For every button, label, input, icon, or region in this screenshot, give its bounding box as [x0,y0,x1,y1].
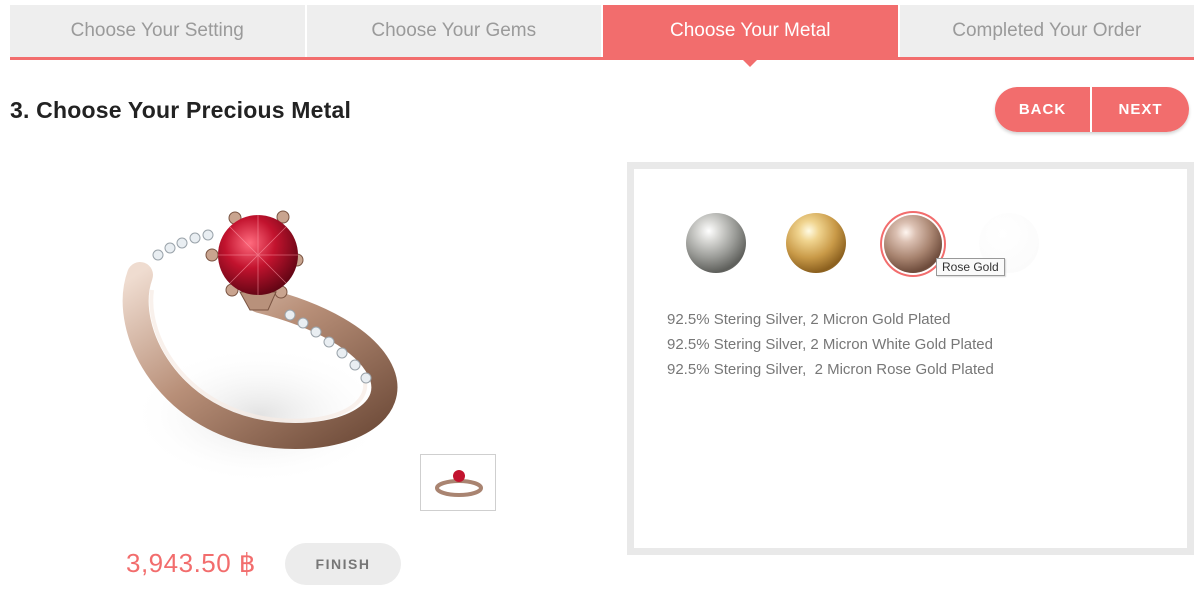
ring-image [122,210,398,485]
finish-button[interactable]: FINISH [285,543,401,585]
nav-button-group: BACK NEXT [995,87,1189,132]
metal-description: 92.5% Stering Silver, 2 Micron Rose Gold… [667,361,994,378]
rose-gold-swatch[interactable] [884,215,942,273]
ring-thumbnail-image [435,470,483,497]
tab-choose-gems[interactable]: Choose Your Gems [306,5,603,57]
ring-thumbnail[interactable] [420,454,496,511]
metal-tooltip: Rose Gold [936,258,1005,276]
metal-description: 92.5% Stering Silver, 2 Micron White Gol… [667,336,993,353]
tab-completed-order[interactable]: Completed Your Order [899,5,1194,57]
back-button[interactable]: BACK [995,87,1092,132]
tab-choose-metal[interactable]: Choose Your Metal [603,5,900,67]
page-title: 3. Choose Your Precious Metal [10,97,352,123]
metal-description-list: 92.5% Stering Silver, 2 Micron Gold Plat… [667,307,994,382]
gold-swatch[interactable] [786,213,846,273]
tab-choose-setting[interactable]: Choose Your Setting [10,5,307,57]
product-price: 3,943.50 ฿ [126,548,256,578]
step-tabs: Choose Your Setting Choose Your Gems Cho… [10,5,1194,67]
metal-selection-panel: Rose Gold 92.5% Stering Silver, 2 Micron… [627,162,1194,555]
metal-description: 92.5% Stering Silver, 2 Micron Gold Plat… [667,311,951,328]
steps-underline [10,57,1194,60]
next-button[interactable]: NEXT [1092,87,1189,132]
silver-swatch[interactable] [686,213,746,273]
